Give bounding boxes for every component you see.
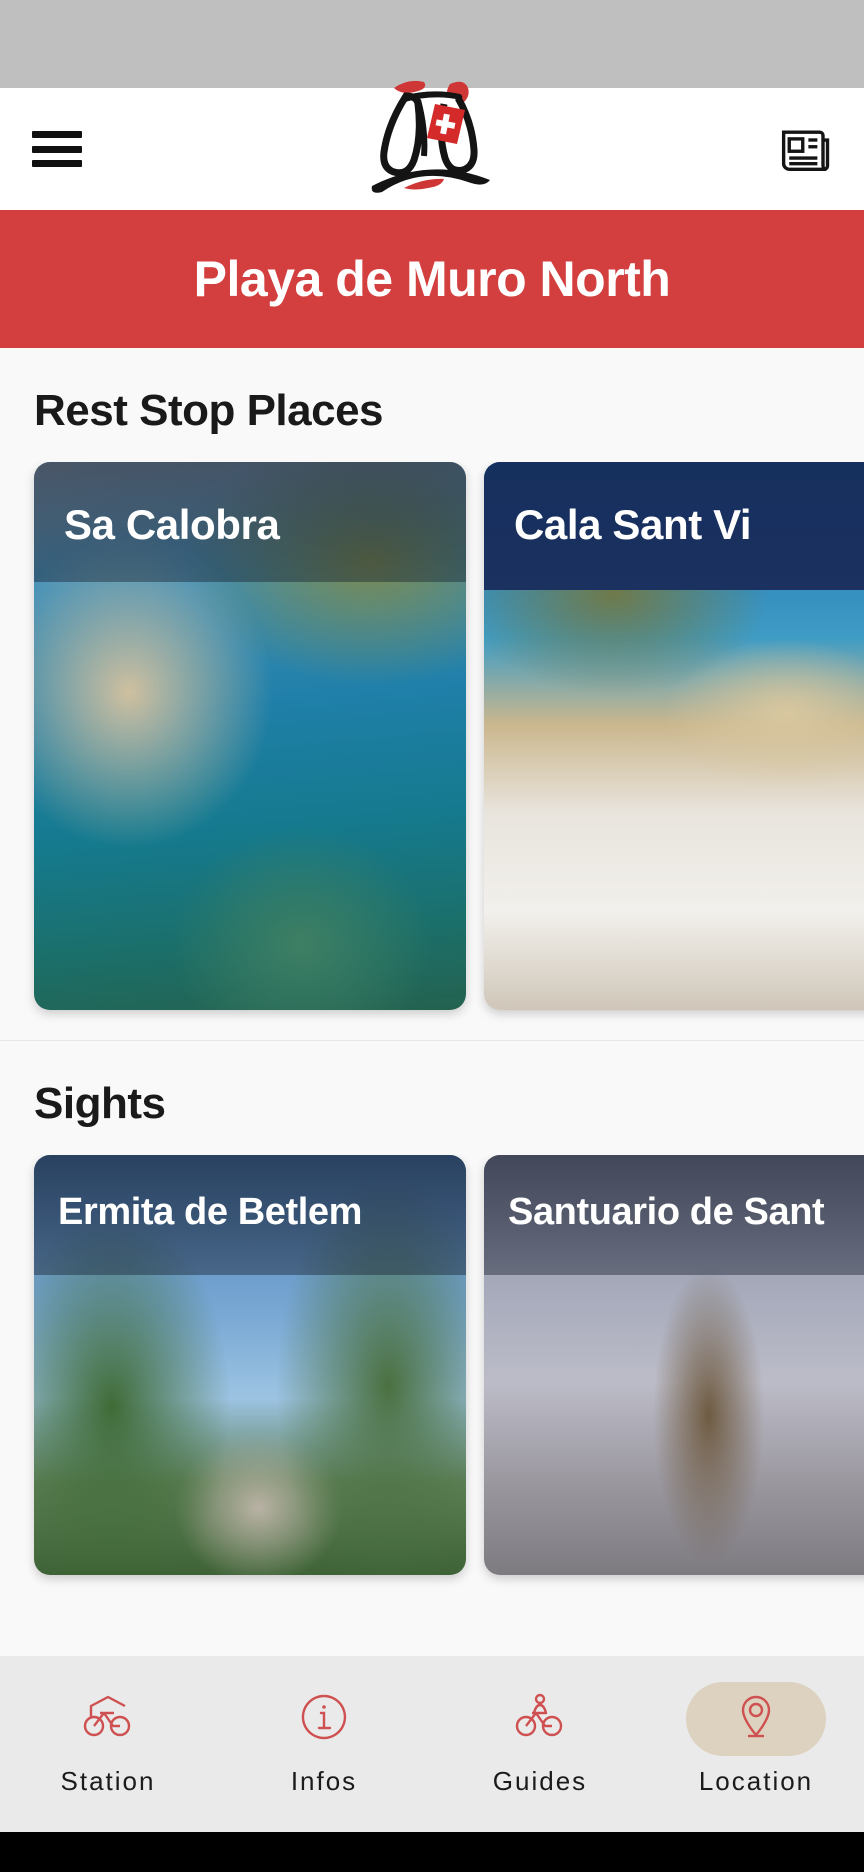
map-pin-icon	[728, 1691, 784, 1748]
place-card[interactable]: Sa Calobra	[34, 462, 466, 1010]
cyclist-icon	[512, 1691, 568, 1748]
page-title: Playa de Muro North	[193, 251, 671, 307]
card-rail-rest-stop-places[interactable]: Sa Calobra Cala Sant Vi	[0, 462, 864, 1040]
info-circle-icon	[296, 1691, 352, 1748]
hamburger-bar	[32, 160, 82, 167]
nav-label: Location	[698, 1766, 814, 1796]
page-title-banner: Playa de Muro North	[0, 210, 864, 348]
card-title: Cala Sant Vi	[514, 501, 752, 548]
nav-icon-wrap	[38, 1682, 178, 1756]
home-indicator-bar	[0, 1832, 864, 1872]
card-title: Sa Calobra	[64, 501, 280, 548]
hamburger-menu-icon[interactable]	[32, 131, 82, 167]
app-header	[0, 80, 864, 210]
nav-icon-wrap-active	[686, 1682, 826, 1756]
sight-card[interactable]: Santuario de Sant	[484, 1155, 864, 1575]
card-title: Santuario de Sant	[508, 1191, 825, 1233]
content-scroll-area[interactable]: Rest Stop Places Sa Calobra Cala Sant Vi…	[0, 348, 864, 1656]
newspaper-icon[interactable]	[778, 124, 832, 174]
hamburger-bar	[32, 145, 82, 153]
section-rest-stop-places: Rest Stop Places Sa Calobra Cala Sant Vi	[0, 348, 864, 1040]
app-screen: Playa de Muro North Rest Stop Places Sa …	[0, 0, 864, 1872]
bike-station-icon	[80, 1691, 136, 1748]
nav-label: Guides	[492, 1766, 588, 1796]
nav-icon-wrap	[470, 1682, 610, 1756]
nav-icon-wrap	[254, 1682, 394, 1756]
status-bar	[0, 0, 864, 88]
nav-label: Station	[60, 1766, 156, 1796]
section-sights: Sights Ermita de Betlem Santuario de San…	[0, 1041, 864, 1605]
place-card[interactable]: Cala Sant Vi	[484, 462, 864, 1010]
sight-card[interactable]: Ermita de Betlem	[34, 1155, 466, 1575]
nav-item-location[interactable]: Location	[656, 1682, 856, 1797]
nav-item-infos[interactable]: Infos	[224, 1682, 424, 1797]
nav-item-guides[interactable]: Guides	[440, 1682, 640, 1797]
hamburger-bar	[32, 131, 82, 138]
bottom-navigation-bar: Station Infos Guides Location	[0, 1656, 864, 1832]
nav-item-station[interactable]: Station	[8, 1682, 208, 1797]
card-rail-sights[interactable]: Ermita de Betlem Santuario de Sant	[0, 1155, 864, 1605]
section-heading: Sights	[34, 1079, 166, 1128]
card-title: Ermita de Betlem	[58, 1191, 363, 1233]
section-heading: Rest Stop Places	[34, 386, 384, 435]
nav-label: Infos	[290, 1766, 358, 1796]
